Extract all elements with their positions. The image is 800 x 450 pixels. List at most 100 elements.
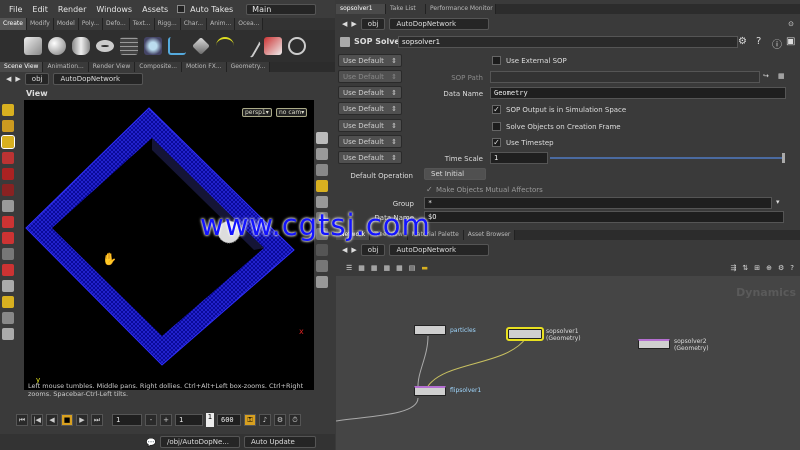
tube-icon[interactable]: [72, 37, 90, 55]
audio-icon[interactable]: ♪: [259, 414, 271, 426]
box-icon[interactable]: [24, 37, 42, 55]
lasso-icon[interactable]: [2, 280, 14, 292]
realtime-icon[interactable]: ⏱: [289, 414, 301, 426]
first-frame-icon[interactable]: ⏮: [16, 414, 28, 426]
sticky-icon[interactable]: ▬: [421, 264, 428, 272]
auto-update-select[interactable]: Auto Update: [243, 436, 316, 448]
tab-animation[interactable]: Animation...: [43, 62, 89, 72]
time-scale-slider[interactable]: [550, 157, 784, 159]
magnet-icon[interactable]: [2, 216, 14, 228]
tile3-icon[interactable]: ▦: [384, 264, 391, 272]
back-arrow-icon[interactable]: ◀: [342, 246, 347, 254]
curve-icon[interactable]: [216, 37, 234, 55]
tab-render-view[interactable]: Render View: [88, 62, 136, 72]
translate-tool-icon[interactable]: [2, 152, 14, 164]
use-default-button[interactable]: Use Default ⇕: [338, 54, 402, 67]
plus-button[interactable]: +: [160, 414, 172, 426]
tile-icon[interactable]: ▦: [358, 264, 365, 272]
key-icon[interactable]: ⚿: [244, 414, 256, 426]
node-flipsolver1[interactable]: [414, 386, 446, 396]
prev-key-icon[interactable]: |◀: [31, 414, 43, 426]
paint-icon[interactable]: [2, 264, 14, 276]
highlight-icon[interactable]: [316, 180, 328, 192]
info-icon[interactable]: ⓘ: [772, 36, 782, 51]
camera-menu[interactable]: persp1▾: [242, 108, 272, 117]
path-context[interactable]: obj: [360, 244, 386, 256]
path-context[interactable]: obj: [360, 18, 386, 30]
shelf-tab-animation[interactable]: Anim...: [207, 18, 236, 30]
path-context[interactable]: obj: [24, 73, 50, 85]
display-icon[interactable]: [316, 148, 328, 160]
group-field[interactable]: *: [424, 197, 772, 209]
settings-icon[interactable]: ⚙: [274, 414, 286, 426]
tree-icon[interactable]: ▤: [409, 264, 416, 272]
sop-path-field[interactable]: [490, 71, 760, 83]
align-icon[interactable]: ⇅: [742, 264, 748, 272]
group-menu-icon[interactable]: ▾: [776, 198, 780, 206]
play-back-icon[interactable]: ◀: [46, 414, 58, 426]
path-network[interactable]: AutoDopNetwork: [389, 244, 490, 256]
pin-icon[interactable]: ⊙: [788, 20, 794, 28]
jump-icon[interactable]: ▦: [778, 72, 785, 80]
use-default-button[interactable]: Use Default ⇕: [338, 70, 402, 83]
forward-arrow-icon[interactable]: ▶: [15, 75, 20, 83]
spray-paint-icon[interactable]: [264, 37, 282, 55]
handle-tool-icon[interactable]: [1, 135, 15, 149]
rotate-tool-icon[interactable]: [2, 168, 14, 180]
forward-arrow-icon[interactable]: ▶: [351, 246, 356, 254]
platonic-icon[interactable]: [192, 37, 210, 55]
shading-icon[interactable]: [316, 276, 328, 288]
comment-icon[interactable]: ▣: [786, 36, 795, 47]
shelf-tab-ocean[interactable]: Ocea...: [235, 18, 264, 30]
node-particles[interactable]: [414, 325, 446, 335]
time-scale-field[interactable]: 1: [490, 152, 548, 164]
tab-take-list[interactable]: Take List: [386, 4, 426, 14]
tab-scene-view[interactable]: Scene View: [0, 62, 44, 72]
shelf-tab-rigging[interactable]: Rigg...: [154, 18, 181, 30]
shelf-tab-model[interactable]: Model: [53, 18, 79, 30]
node-chooser-icon[interactable]: ↪: [763, 72, 769, 80]
current-frame-field[interactable]: 1: [175, 414, 203, 426]
view-tool-icon[interactable]: [2, 200, 14, 212]
shelf-tab-modify[interactable]: Modify: [26, 18, 54, 30]
lock-icon[interactable]: [316, 132, 328, 144]
snap-icon[interactable]: [2, 232, 14, 244]
back-arrow-icon[interactable]: ◀: [6, 75, 11, 83]
grid-snap-icon[interactable]: [2, 248, 14, 260]
tab-sopsolver1[interactable]: sopsolver1: [336, 4, 386, 14]
stop-icon[interactable]: ■: [61, 414, 73, 426]
shelf-tab-poly[interactable]: Poly...: [78, 18, 104, 30]
link-icon[interactable]: [316, 196, 328, 208]
gear-icon[interactable]: ⚙: [778, 264, 784, 272]
tab-motion-fx[interactable]: Motion FX...: [182, 62, 227, 72]
use-default-button[interactable]: Use Default ⇕: [338, 119, 402, 132]
tile4-icon[interactable]: ▦: [396, 264, 403, 272]
null-icon[interactable]: [144, 37, 162, 55]
use-default-button[interactable]: Use Default ⇕: [338, 86, 402, 99]
sphere-icon[interactable]: [48, 37, 66, 55]
minus-button[interactable]: -: [145, 414, 157, 426]
use-default-button[interactable]: Use Default ⇕: [338, 151, 402, 164]
path-network[interactable]: AutoDopNetwork: [389, 18, 490, 30]
tile2-icon[interactable]: ▦: [371, 264, 378, 272]
chat-icon[interactable]: 💬: [146, 438, 156, 447]
mutual-check-icon[interactable]: ✓: [426, 185, 433, 194]
draw-curve-icon[interactable]: [236, 33, 262, 59]
pose-tool-icon[interactable]: [2, 120, 14, 132]
use-default-button[interactable]: Use Default ⇕: [338, 102, 402, 115]
layout-icon[interactable]: ⇶: [731, 264, 737, 272]
tab-geometry[interactable]: Geometry...: [226, 62, 271, 72]
menu-assets[interactable]: Assets: [137, 5, 173, 14]
sop-output-checkbox[interactable]: ✓: [492, 105, 501, 114]
camera-icon[interactable]: [2, 312, 14, 324]
forward-arrow-icon[interactable]: ▶: [351, 20, 356, 28]
tab-composite[interactable]: Composite...: [135, 62, 183, 72]
desktop-select[interactable]: Main: [246, 3, 317, 15]
circle-icon[interactable]: [288, 37, 306, 55]
select-tool-icon[interactable]: [2, 104, 14, 116]
torus-icon[interactable]: [96, 40, 114, 52]
play-icon[interactable]: ▶: [76, 414, 88, 426]
menu-edit[interactable]: Edit: [27, 5, 53, 14]
data-name2-field[interactable]: $O: [424, 211, 784, 223]
cam-menu[interactable]: no cam▾: [276, 108, 308, 117]
